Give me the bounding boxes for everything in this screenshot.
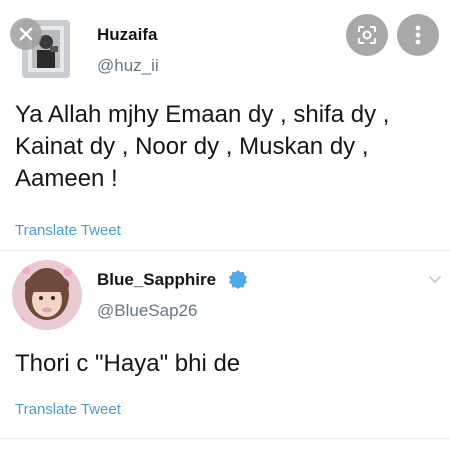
translate-tweet-link[interactable]: Translate Tweet xyxy=(15,401,121,418)
tweet-text: Ya Allah mjhy Emaan dy , shifa dy , Kain… xyxy=(15,101,390,192)
avatar-photo xyxy=(12,260,82,330)
chevron-down-icon[interactable] xyxy=(426,270,444,288)
lens-icon xyxy=(358,26,376,44)
tweet[interactable]: Huzaifa @huz_ii Ya Allah mjhy Emaan dy ,… xyxy=(0,0,450,250)
handle[interactable]: @BlueSap26 xyxy=(97,301,197,321)
more-button[interactable] xyxy=(397,14,439,56)
avatar[interactable] xyxy=(12,260,82,330)
translate-tweet-link[interactable]: Translate Tweet xyxy=(15,222,121,239)
close-icon[interactable] xyxy=(10,18,42,50)
handle[interactable]: @huz_ii xyxy=(97,56,159,76)
verified-badge-icon xyxy=(229,270,247,289)
lens-button[interactable] xyxy=(346,14,388,56)
more-vertical-icon xyxy=(415,25,421,45)
display-name[interactable]: Huzaifa xyxy=(97,25,157,45)
tweet-text: Thori c "Haya" bhi de xyxy=(15,350,241,377)
display-name[interactable]: Blue_Sapphire xyxy=(97,270,216,290)
tweet[interactable]: Blue_Sapphire @BlueSap26 Thori c "Haya" … xyxy=(0,250,450,440)
divider xyxy=(0,438,450,439)
